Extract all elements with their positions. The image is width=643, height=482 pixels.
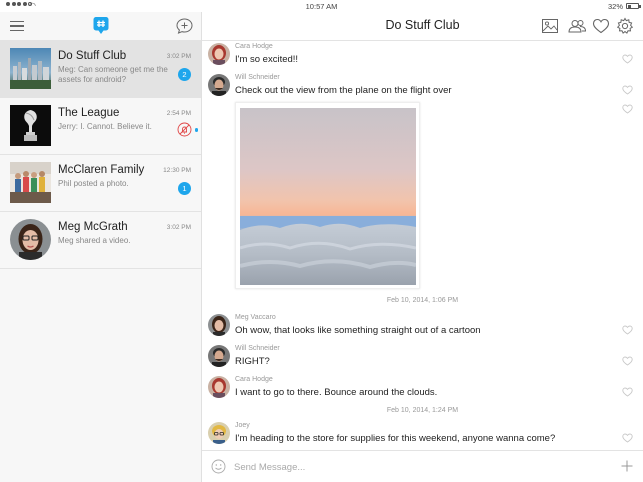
unread-badge: 2 [178, 68, 191, 81]
conversation-preview: Jerry: I. Cannot. Believe it. [58, 122, 152, 131]
conversation-sidebar: Do Stuff Club Meg: Can someone get me th… [0, 12, 202, 482]
chat-header: Do Stuff Club [202, 12, 643, 41]
sender-avatar[interactable] [208, 376, 230, 398]
conversation-preview: Meg shared a video. [58, 236, 131, 245]
status-bar: ◠ 10:57 AM 32% [0, 0, 643, 12]
like-heart-icon[interactable] [622, 54, 633, 64]
sender-avatar[interactable] [208, 345, 230, 367]
conversation-name: The League [58, 107, 120, 119]
date-separator: Feb 10, 2014, 1:24 PM [386, 407, 459, 414]
conversation-avatar [10, 219, 51, 260]
sender-avatar[interactable] [208, 314, 230, 336]
battery-icon [626, 3, 641, 9]
message-row: Will Schneider RIGHT? [202, 343, 643, 373]
conversation-thumbnail [10, 48, 51, 89]
message-row: Joey I'm heading to the store for suppli… [202, 420, 643, 450]
emoji-icon[interactable] [211, 459, 226, 474]
muted-icon [177, 122, 192, 137]
like-heart-icon[interactable] [622, 433, 633, 443]
message-composer [202, 450, 643, 482]
status-time: 10:57 AM [305, 2, 338, 11]
likes-icon[interactable] [592, 17, 610, 35]
message-input[interactable] [234, 457, 604, 477]
message-row: Meg Vaccaro Oh wow, that looks like some… [202, 312, 643, 342]
sender-name: Meg Vaccaro [235, 314, 276, 321]
unread-badge: 1 [178, 182, 191, 195]
sender-avatar[interactable] [208, 43, 230, 65]
conversation-name: Do Stuff Club [58, 50, 127, 62]
message-list[interactable]: Cara Hodge I'm so excited!! Will Schneid… [202, 41, 643, 450]
message-row: Cara Hodge I want to go to there. Bounce… [202, 374, 643, 404]
sender-avatar[interactable] [208, 74, 230, 96]
conversation-thumbnail [10, 105, 51, 146]
conversation-item[interactable]: The League Jerry: I. Cannot. Believe it.… [0, 98, 201, 155]
attach-plus-icon[interactable] [621, 460, 633, 472]
conversation-preview: Phil posted a photo. [58, 179, 129, 188]
sender-name: Will Schneider [235, 74, 280, 81]
message-text: Oh wow, that looks like something straig… [235, 325, 481, 336]
conversation-thumbnail [10, 162, 51, 203]
message-text: RIGHT? [235, 356, 270, 367]
shared-photo[interactable] [235, 102, 420, 289]
sender-avatar[interactable] [208, 422, 230, 444]
sidebar-toolbar [0, 12, 201, 41]
message-row: Cara Hodge I'm so excited!! [202, 41, 643, 71]
conversation-name: Meg McGrath [58, 221, 128, 233]
message-text: I want to go to there. Bounce around the… [235, 387, 438, 398]
sender-name: Will Schneider [235, 345, 280, 352]
message-text: Check out the view from the plane on the… [235, 85, 452, 96]
gallery-icon[interactable] [541, 17, 559, 35]
conversation-item[interactable]: McClaren Family Phil posted a photo. 12:… [0, 155, 201, 212]
message-row: Will Schneider Check out the view from t… [202, 72, 643, 102]
members-icon[interactable] [567, 17, 587, 35]
groupme-logo-icon [93, 17, 109, 34]
conversation-time: 3:02 PM [166, 53, 191, 60]
message-text: I'm heading to the store for supplies fo… [235, 433, 556, 444]
date-separator: Feb 10, 2014, 1:06 PM [386, 297, 459, 304]
like-heart-icon[interactable] [622, 85, 633, 95]
new-chat-icon[interactable] [176, 18, 193, 34]
like-heart-icon[interactable] [622, 325, 633, 335]
conversation-preview: Meg: Can someone get me the assets for a… [58, 65, 168, 84]
message-text: I'm so excited!! [235, 54, 299, 65]
sender-name: Joey [235, 422, 250, 429]
conversation-item[interactable]: Do Stuff Club Meg: Can someone get me th… [0, 41, 201, 98]
like-heart-icon[interactable] [622, 356, 633, 366]
battery-percent: 32% [607, 2, 623, 11]
sender-name: Cara Hodge [235, 376, 273, 383]
conversation-item[interactable]: Meg McGrath Meg shared a video. 3:02 PM [0, 212, 201, 269]
menu-icon[interactable] [10, 21, 24, 32]
settings-gear-icon[interactable] [616, 17, 634, 35]
conversation-time: 3:02 PM [166, 224, 191, 231]
like-heart-icon[interactable] [622, 104, 633, 114]
unread-dot [194, 128, 198, 132]
sender-name: Cara Hodge [235, 43, 273, 50]
conversation-time: 2:54 PM [166, 110, 191, 117]
conversation-name: McClaren Family [58, 164, 145, 176]
like-heart-icon[interactable] [622, 387, 633, 397]
conversation-time: 12:30 PM [163, 167, 191, 174]
